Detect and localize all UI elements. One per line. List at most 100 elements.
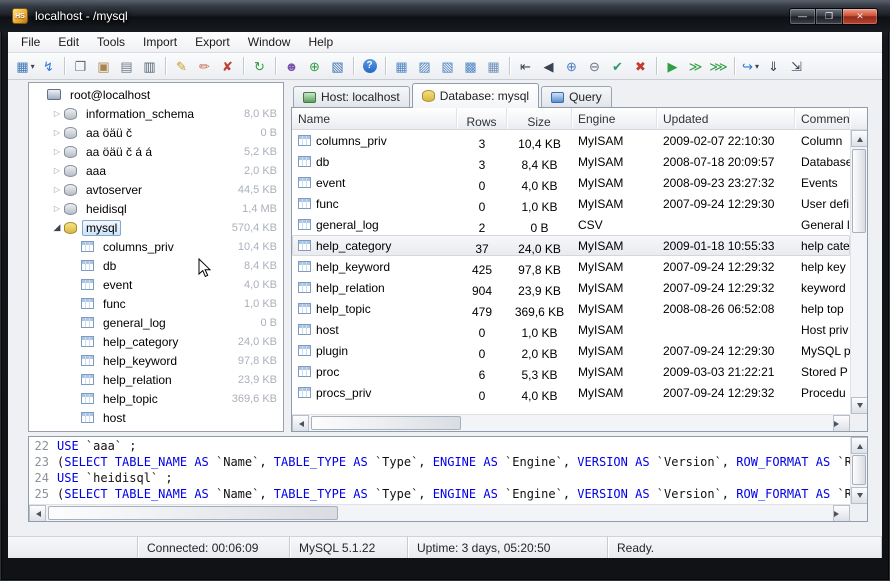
edit-button[interactable]: ✎: [170, 55, 193, 77]
row-delete-button[interactable]: ✖: [629, 55, 652, 77]
tree-item-information_schema[interactable]: ▷information_schema8,0 KB: [29, 104, 283, 123]
table-insert-button[interactable]: ▩: [459, 55, 482, 77]
column-header-updated[interactable]: Updated: [657, 108, 795, 129]
scroll-up-icon[interactable]: [851, 437, 868, 454]
table-row-help_topic[interactable]: help_topic479369,6 KBMyISAM2008-08-26 06…: [292, 298, 850, 319]
create-database-button[interactable]: ⊕: [303, 55, 326, 77]
menu-export[interactable]: Export: [186, 33, 239, 51]
connection-button[interactable]: ↯: [37, 55, 60, 77]
menu-file[interactable]: File: [12, 33, 49, 51]
table-row-proc[interactable]: proc65,3 KBMyISAM2009-03-03 21:22:21Stor…: [292, 361, 850, 382]
collapsed-arrow-icon[interactable]: ▷: [50, 147, 64, 156]
grid-horizontal-scrollbar[interactable]: [292, 414, 850, 431]
column-header-size[interactable]: Size: [507, 108, 572, 129]
tree-item-help_relation[interactable]: help_relation23,9 KB: [29, 370, 283, 389]
column-header-engine[interactable]: Engine: [572, 108, 657, 129]
tree-item-root-localhost[interactable]: root@localhost: [29, 85, 283, 104]
table-row-plugin[interactable]: plugin02,0 KBMyISAM2007-09-24 12:29:30My…: [292, 340, 850, 361]
table-row-db[interactable]: db38,4 KBMyISAM2008-07-18 20:09:57Databa…: [292, 151, 850, 172]
sql-log-lines[interactable]: 22USE `aaa` ;23(SELECT TABLE_NAME AS `Na…: [29, 438, 850, 504]
column-header-rows[interactable]: Rows: [457, 108, 507, 129]
tab-database-mysql[interactable]: Database: mysql: [412, 83, 539, 108]
sql-vscroll-thumb[interactable]: [852, 455, 866, 485]
tree-item-heidisql[interactable]: ▷heidisql1,4 MB: [29, 199, 283, 218]
column-header-comment[interactable]: Comment: [795, 108, 850, 129]
tree-item-db[interactable]: db8,4 KB: [29, 256, 283, 275]
collapsed-arrow-icon[interactable]: ▷: [50, 166, 64, 175]
tab-host-localhost[interactable]: Host: localhost: [293, 86, 410, 107]
table-export-button[interactable]: ▦: [482, 55, 505, 77]
grid-hscroll-thumb[interactable]: [311, 416, 461, 430]
sql-dropdown-button[interactable]: ↪▾: [739, 55, 762, 77]
minimize-button[interactable]: —: [789, 8, 816, 25]
scroll-up-icon[interactable]: [851, 130, 868, 147]
nav-first-button[interactable]: ⇤: [514, 55, 537, 77]
table-row-func[interactable]: func01,0 KBMyISAM2007-09-24 12:29:30User…: [292, 193, 850, 214]
session-manager-button[interactable]: ▦▾: [14, 55, 37, 77]
tree-item-help_category[interactable]: help_category24,0 KB: [29, 332, 283, 351]
close-button[interactable]: ✕: [843, 8, 878, 25]
menu-tools[interactable]: Tools: [88, 33, 134, 51]
user-manager-button[interactable]: ☻: [280, 55, 303, 77]
row-post-button[interactable]: ✔: [606, 55, 629, 77]
export-file-button[interactable]: ▤: [115, 55, 138, 77]
grid-vscroll-thumb[interactable]: [852, 149, 866, 233]
tree-splitter[interactable]: [284, 82, 291, 432]
tree-item-host[interactable]: host: [29, 408, 283, 427]
maximize-button[interactable]: ❐: [816, 8, 843, 25]
tree-item-general_log[interactable]: general_log0 B: [29, 313, 283, 332]
scroll-right-icon[interactable]: [833, 415, 850, 432]
collapsed-arrow-icon[interactable]: ▷: [50, 109, 64, 118]
expanded-arrow-icon[interactable]: ◢: [50, 222, 64, 233]
save-sql-button[interactable]: ⇲: [785, 55, 808, 77]
tree-item-help_keyword[interactable]: help_keyword97,8 KB: [29, 351, 283, 370]
table-row-help_keyword[interactable]: help_keyword42597,8 KBMyISAM2007-09-24 1…: [292, 256, 850, 277]
table-row-host[interactable]: host01,0 KBMyISAMHost priv: [292, 319, 850, 340]
copy-button[interactable]: ❐: [69, 55, 92, 77]
table-row-general_log[interactable]: general_log20 BCSVGeneral l: [292, 214, 850, 235]
table-open-button[interactable]: ▦: [390, 55, 413, 77]
tree-item-columns_priv[interactable]: columns_priv10,4 KB: [29, 237, 283, 256]
help-button[interactable]: ?: [358, 55, 381, 77]
print-button[interactable]: ▥: [138, 55, 161, 77]
collapsed-arrow-icon[interactable]: ▷: [50, 204, 64, 213]
tree-item-mysql[interactable]: ◢mysql570,4 KB: [29, 218, 283, 237]
scroll-down-icon[interactable]: [851, 487, 868, 504]
scroll-left-icon[interactable]: [292, 415, 309, 432]
tree-item-aa[interactable]: ▷aa öäü č á á5,2 KB: [29, 142, 283, 161]
refresh-button[interactable]: ↻: [248, 55, 271, 77]
execute-sql-button[interactable]: ▶: [661, 55, 684, 77]
load-sql-button[interactable]: ⇓: [762, 55, 785, 77]
row-cancel-button[interactable]: ⊖: [583, 55, 606, 77]
tree-item-help_topic[interactable]: help_topic369,6 KB: [29, 389, 283, 408]
tree-item-avtoserver[interactable]: ▷avtoserver44,5 KB: [29, 180, 283, 199]
grid-hscroll-track[interactable]: [309, 415, 833, 431]
paste-button[interactable]: ▣: [92, 55, 115, 77]
execute-selection-button[interactable]: ≫: [684, 55, 707, 77]
grid-vertical-scrollbar[interactable]: [850, 130, 867, 414]
clear-button[interactable]: ✘: [216, 55, 239, 77]
sql-hscroll-thumb[interactable]: [48, 506, 338, 520]
tree-item-aa[interactable]: ▷aa öäü č0 B: [29, 123, 283, 142]
menu-import[interactable]: Import: [134, 33, 186, 51]
edit-color-button[interactable]: ✏: [193, 55, 216, 77]
scroll-left-icon[interactable]: [29, 505, 46, 522]
sql-vscroll-track[interactable]: [851, 454, 867, 487]
nav-prev-button[interactable]: ◀: [537, 55, 560, 77]
column-header-name[interactable]: Name: [292, 108, 457, 129]
grid-vscroll-track[interactable]: [851, 147, 867, 397]
sql-vertical-scrollbar[interactable]: [850, 437, 867, 504]
menu-window[interactable]: Window: [239, 33, 300, 51]
tree-item-func[interactable]: func1,0 KB: [29, 294, 283, 313]
table-row-event[interactable]: event04,0 KBMyISAM2008-09-23 23:27:32Eve…: [292, 172, 850, 193]
find-text-button[interactable]: ▧: [326, 55, 349, 77]
collapsed-arrow-icon[interactable]: ▷: [50, 128, 64, 137]
sql-horizontal-scrollbar[interactable]: [29, 504, 850, 521]
table-row-help_category[interactable]: help_category3724,0 KBMyISAM2009-01-18 1…: [292, 235, 850, 256]
table-truncate-button[interactable]: ▨: [413, 55, 436, 77]
table-row-procs_priv[interactable]: procs_priv04,0 KBMyISAM2007-09-24 12:29:…: [292, 382, 850, 403]
table-row-help_relation[interactable]: help_relation90423,9 KBMyISAM2007-09-24 …: [292, 277, 850, 298]
menu-help[interactable]: Help: [299, 33, 342, 51]
collapsed-arrow-icon[interactable]: ▷: [50, 185, 64, 194]
tree-item-aaa[interactable]: ▷aaa2,0 KB: [29, 161, 283, 180]
